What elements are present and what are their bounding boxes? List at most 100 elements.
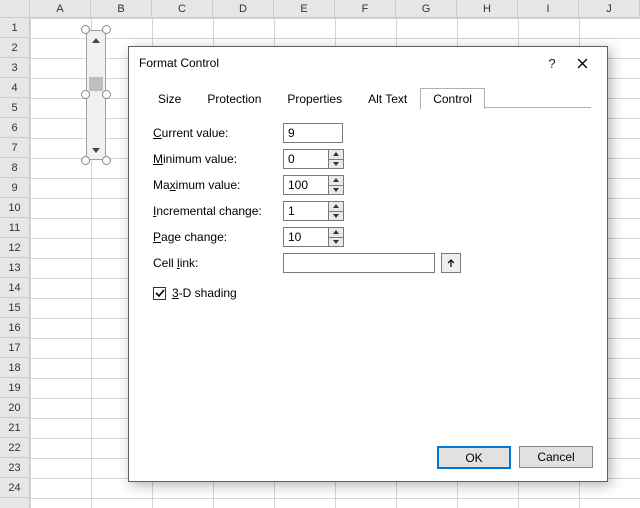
column-header[interactable]: E — [274, 0, 335, 18]
column-header[interactable]: G — [396, 0, 457, 18]
chevron-down-icon — [333, 188, 339, 192]
row-header[interactable]: 12 — [0, 238, 29, 258]
chevron-up-icon — [333, 230, 339, 234]
selection-handle[interactable] — [81, 90, 90, 99]
spin-up-button[interactable] — [329, 150, 343, 159]
row-header[interactable]: 10 — [0, 198, 29, 218]
row-header[interactable]: 4 — [0, 78, 29, 98]
column-header[interactable]: C — [152, 0, 213, 18]
dialog-titlebar[interactable]: Format Control ? — [129, 47, 607, 79]
range-picker-button[interactable] — [441, 253, 461, 273]
row-header[interactable]: 7 — [0, 138, 29, 158]
chevron-up-icon — [92, 38, 100, 43]
column-header[interactable]: F — [335, 0, 396, 18]
close-button[interactable] — [567, 49, 597, 77]
tabstrip: SizeProtectionPropertiesAlt TextControl — [129, 79, 607, 108]
row-header[interactable]: 9 — [0, 178, 29, 198]
control-tab-panel: Current value: Minimum value: Maximum va… — [129, 108, 607, 312]
select-all-corner[interactable] — [0, 0, 30, 18]
chevron-down-icon — [333, 240, 339, 244]
row-header[interactable]: 24 — [0, 478, 29, 498]
row-header[interactable]: 15 — [0, 298, 29, 318]
chevron-down-icon — [333, 214, 339, 218]
selection-handle[interactable] — [81, 156, 90, 165]
maximum-value-label: Maximum value: — [153, 178, 283, 192]
minimum-value-label: Minimum value: — [153, 152, 283, 166]
row-header[interactable]: 18 — [0, 358, 29, 378]
row-header[interactable]: 11 — [0, 218, 29, 238]
spin-up-button[interactable] — [329, 176, 343, 185]
cell-link-input[interactable] — [283, 253, 435, 273]
row-header[interactable]: 14 — [0, 278, 29, 298]
current-value-label: Current value: — [153, 126, 283, 140]
incremental-change-input[interactable] — [284, 202, 328, 220]
column-header[interactable]: I — [518, 0, 579, 18]
selection-handle[interactable] — [102, 156, 111, 165]
tab-size[interactable]: Size — [145, 88, 194, 109]
dialog-footer: OK Cancel — [437, 446, 593, 469]
row-header[interactable]: 23 — [0, 458, 29, 478]
collapse-dialog-icon — [446, 258, 456, 268]
3d-shading-label: 3-D shading — [172, 286, 237, 300]
dialog-title: Format Control — [139, 56, 537, 70]
incremental-change-label: Incremental change: — [153, 204, 283, 218]
spin-down-button[interactable] — [329, 159, 343, 169]
chevron-up-icon — [333, 204, 339, 208]
maximum-value-spinner[interactable] — [283, 175, 344, 195]
column-header[interactable]: D — [213, 0, 274, 18]
tab-alt-text[interactable]: Alt Text — [355, 88, 420, 109]
selection-handle[interactable] — [102, 90, 111, 99]
ok-button[interactable]: OK — [437, 446, 511, 469]
minimum-value-input[interactable] — [284, 150, 328, 168]
column-header[interactable]: H — [457, 0, 518, 18]
chevron-up-icon — [333, 178, 339, 182]
scrollbar-up-button[interactable] — [87, 31, 105, 49]
row-header[interactable]: 13 — [0, 258, 29, 278]
row-header[interactable]: 8 — [0, 158, 29, 178]
incremental-change-spinner[interactable] — [283, 201, 344, 221]
tab-protection[interactable]: Protection — [194, 88, 274, 109]
tab-properties[interactable]: Properties — [274, 88, 355, 109]
scrollbar-form-control[interactable] — [86, 30, 106, 160]
column-header[interactable]: J — [579, 0, 640, 18]
cancel-button[interactable]: Cancel — [519, 446, 593, 468]
row-header[interactable]: 19 — [0, 378, 29, 398]
ok-button-label: OK — [465, 451, 482, 465]
row-header[interactable]: 3 — [0, 58, 29, 78]
tab-control[interactable]: Control — [420, 88, 485, 109]
minimum-value-spinner[interactable] — [283, 149, 344, 169]
spin-up-button[interactable] — [329, 202, 343, 211]
row-header[interactable]: 22 — [0, 438, 29, 458]
spin-up-button[interactable] — [329, 228, 343, 237]
close-icon — [577, 58, 588, 69]
column-header[interactable]: A — [30, 0, 91, 18]
row-header[interactable]: 5 — [0, 98, 29, 118]
page-change-spinner[interactable] — [283, 227, 344, 247]
3d-shading-checkbox[interactable]: 3-D shading — [153, 286, 583, 300]
column-header[interactable]: B — [91, 0, 152, 18]
selection-handle[interactable] — [102, 25, 111, 34]
row-headers: 123456789101112131415161718192021222324 — [0, 18, 30, 508]
help-button[interactable]: ? — [537, 49, 567, 77]
chevron-up-icon — [333, 152, 339, 156]
selection-handle[interactable] — [81, 25, 90, 34]
row-header[interactable]: 21 — [0, 418, 29, 438]
scrollbar-thumb[interactable] — [89, 77, 103, 91]
row-header[interactable]: 16 — [0, 318, 29, 338]
spin-down-button[interactable] — [329, 211, 343, 221]
current-value-input[interactable] — [283, 123, 343, 143]
scrollbar-down-button[interactable] — [87, 141, 105, 159]
cancel-button-label: Cancel — [537, 450, 574, 464]
maximum-value-input[interactable] — [284, 176, 328, 194]
row-header[interactable]: 20 — [0, 398, 29, 418]
row-header[interactable]: 1 — [0, 18, 29, 38]
row-header[interactable]: 6 — [0, 118, 29, 138]
cell-link-label: Cell link: — [153, 256, 283, 270]
row-header[interactable]: 2 — [0, 38, 29, 58]
page-change-input[interactable] — [284, 228, 328, 246]
row-header[interactable]: 17 — [0, 338, 29, 358]
spin-down-button[interactable] — [329, 237, 343, 247]
chevron-down-icon — [92, 148, 100, 153]
spin-down-button[interactable] — [329, 185, 343, 195]
page-change-label: Page change: — [153, 230, 283, 244]
